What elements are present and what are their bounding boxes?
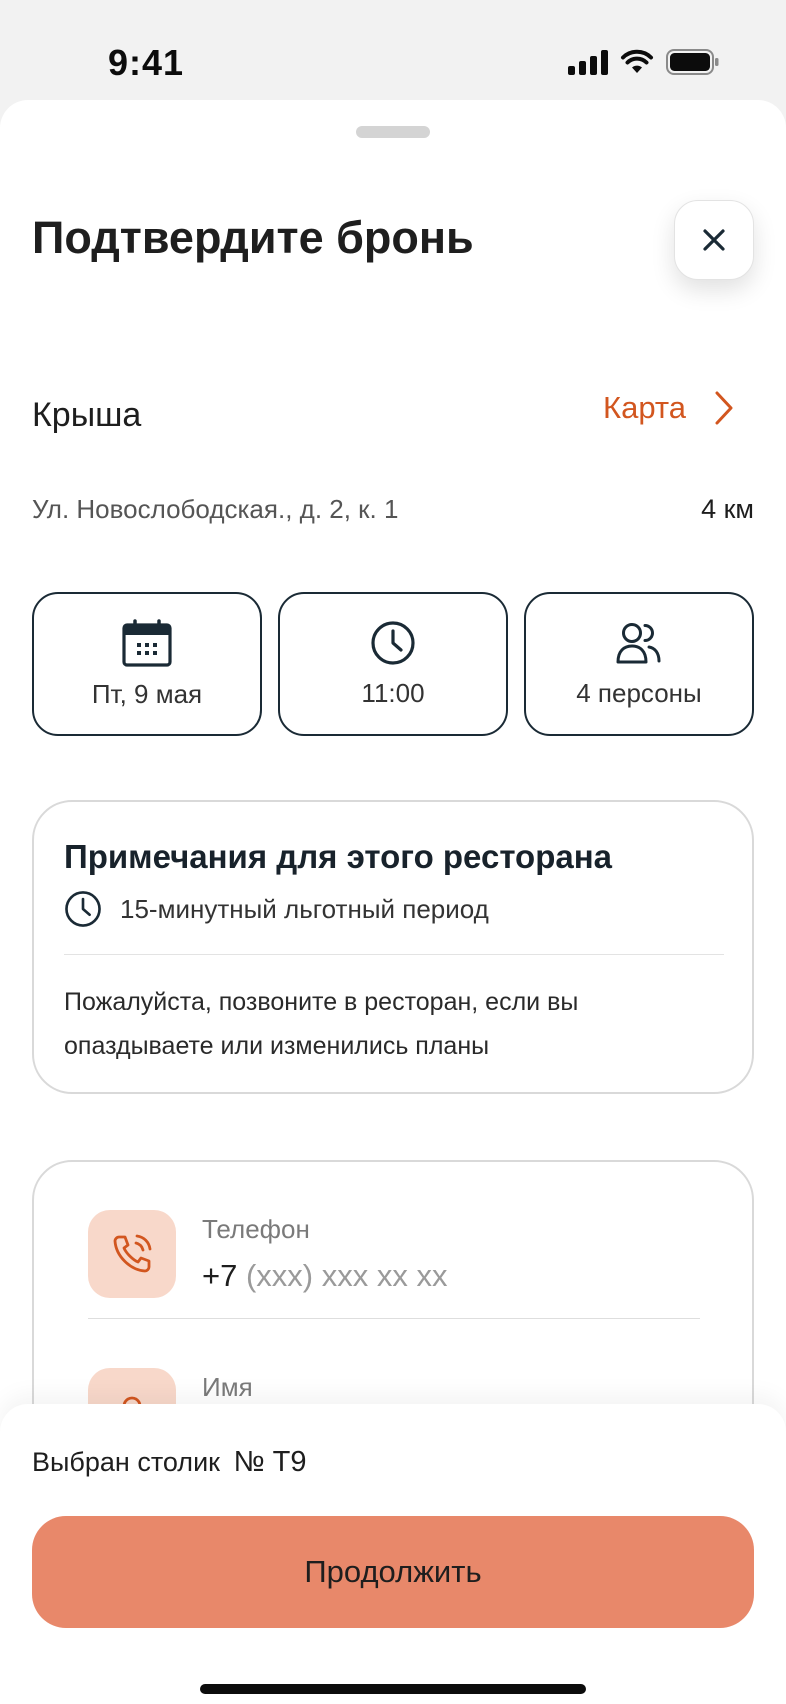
battery-icon	[666, 49, 719, 75]
wifi-icon	[621, 49, 653, 73]
restaurant-notes-card: Примечания для этого ресторана 15-минутн…	[32, 800, 754, 1094]
date-chip[interactable]: Пт, 9 мая	[32, 592, 262, 736]
venue-address: Ул. Новослободская., д. 2, к. 1	[32, 494, 399, 524]
home-indicator	[200, 1684, 586, 1694]
phone-icon	[113, 1234, 152, 1273]
close-button[interactable]	[674, 200, 754, 280]
chevron-right-icon	[715, 391, 733, 425]
bottom-action-bar: Выбран столик № Т9 Продолжить	[0, 1404, 786, 1704]
name-label[interactable]: Имя	[202, 1372, 253, 1403]
status-bar: 9:41	[0, 0, 786, 108]
map-link[interactable]: Карта	[603, 390, 734, 426]
sheet-grabber[interactable]	[356, 126, 430, 138]
phone-prefix: +7	[202, 1258, 238, 1293]
grace-period-row: 15-минутный льготный период	[64, 890, 489, 928]
notes-body: Пожалуйста, позвоните в ресторан, если в…	[64, 988, 579, 1060]
selected-table: Выбран столик № Т9	[32, 1446, 307, 1479]
clock-icon	[65, 891, 101, 927]
venue-distance: 4 км	[701, 494, 754, 524]
calendar-icon	[122, 618, 172, 667]
close-icon	[703, 229, 725, 251]
phone-placeholder: (xxx) xxx xx xx	[245, 1258, 448, 1293]
status-time: 9:41	[108, 42, 185, 83]
map-link-label: Карта	[603, 390, 686, 425]
grace-period-text: 15-минутный льготный период	[120, 893, 489, 924]
phone-field-icon	[88, 1210, 176, 1298]
phone-label: Телефон	[202, 1214, 310, 1244]
divider	[88, 1318, 700, 1319]
time-label: 11:00	[361, 677, 425, 708]
guests-chip[interactable]: 4 персоны	[524, 592, 754, 736]
venue-name: Крыша	[32, 396, 142, 434]
date-label: Пт, 9 мая	[91, 678, 203, 709]
divider	[64, 954, 724, 955]
selected-table-number: № Т9	[233, 1446, 307, 1478]
clock-icon	[371, 620, 415, 665]
phone-input[interactable]: +7 (xxx) xxx xx xx	[202, 1258, 447, 1294]
status-icons	[568, 48, 720, 76]
continue-button[interactable]: Продолжить	[32, 1516, 754, 1628]
time-chip[interactable]: 11:00	[278, 592, 508, 736]
booking-details: Пт, 9 мая 11:00 4 персоны	[32, 592, 754, 736]
page-title: Подтвердите бронь	[32, 212, 474, 263]
guests-label: 4 персоны	[576, 677, 702, 708]
people-icon	[616, 622, 661, 663]
cellular-signal-icon	[568, 49, 608, 75]
notes-title: Примечания для этого ресторана	[64, 838, 613, 875]
selected-table-label: Выбран столик	[32, 1447, 220, 1477]
